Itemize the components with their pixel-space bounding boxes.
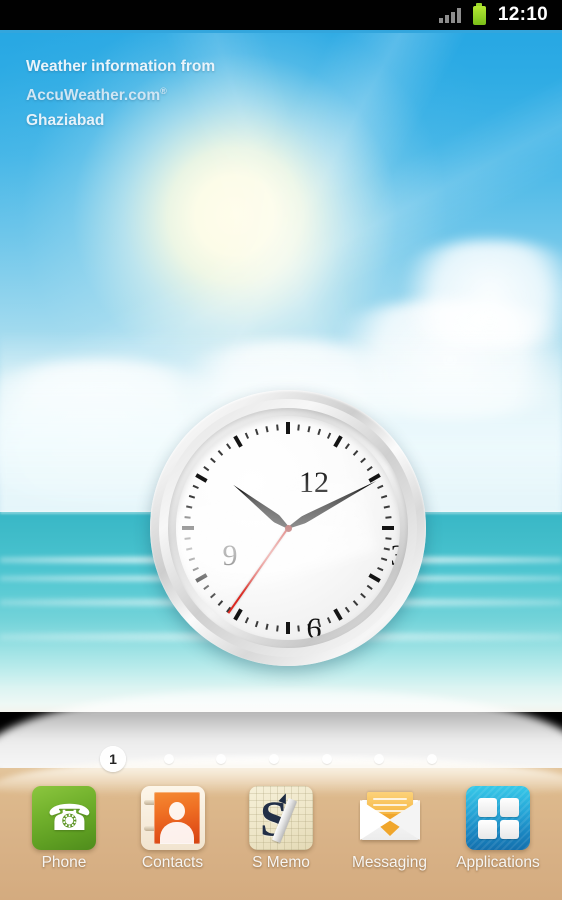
dock-item-messaging[interactable]: Messaging [340,786,440,872]
clock-numeral-12: 12 [299,466,329,499]
weather-provider-name: AccuWeather.com [26,87,161,105]
status-bar-accent-line [0,30,562,33]
registered-mark-icon: ® [160,86,167,96]
contacts-book-icon[interactable] [140,786,205,850]
app-grid-square [478,798,497,817]
person-head [168,802,185,820]
clock-center-hub [284,524,292,532]
handset-glyph: ☎ [47,797,92,838]
page-indicator-dot[interactable] [269,754,279,764]
dock-label-messaging: Messaging [352,854,427,871]
envelope-flap-right [388,800,420,840]
dock-item-smemo[interactable]: S S Memo [231,786,331,872]
clock-face: 12 3 6 9 [176,416,400,640]
app-grid-icon[interactable] [466,786,530,850]
app-grid-square [500,798,519,817]
dock-item-applications[interactable]: Applications [448,786,548,872]
person-body [159,822,194,844]
weather-widget[interactable]: Weather information from AccuWeather.com… [26,54,215,133]
s-memo-pen-icon[interactable]: S [249,786,313,850]
battery-full-icon [472,2,486,25]
page-indicator-dot[interactable] [164,754,174,764]
page-indicator-dot[interactable] [216,754,226,764]
clock-numeral-6: 6 [306,612,322,640]
clock-hour-hand [230,481,291,531]
page-indicator-dot[interactable] [322,754,332,764]
envelope-icon[interactable] [358,786,422,850]
signal-bars-icon [438,7,461,23]
dock-item-phone[interactable]: ☎ Phone [14,786,114,872]
status-bar[interactable]: 12:10 [0,0,562,33]
dock-label-applications: Applications [456,854,540,871]
clock-numeral-3: 3 [390,539,401,572]
dock-bar: ☎ Phone Contacts S S Memo Messaging Appl… [0,786,562,900]
contacts-panel [153,792,200,844]
clock-tick-marks [176,416,400,640]
status-bar-right-group: 12:10 [438,2,562,26]
page-indicator-dot[interactable] [427,754,437,764]
page-indicator-current[interactable]: 1 [100,746,126,772]
app-grid-square [478,820,497,839]
status-bar-clock: 12:10 [497,4,548,25]
app-grid-square [500,820,519,839]
weather-city: Ghaziabad [26,112,105,130]
page-indicator[interactable]: 1 [0,746,562,772]
analog-clock-widget[interactable]: 12 3 6 9 [150,390,426,666]
weather-provider-line: AccuWeather.com® [26,79,215,108]
weather-source-line: Weather information from [26,58,216,75]
dock-label-smemo: S Memo [252,854,310,871]
envelope-flap-left [359,800,391,840]
clock-numeral-9: 9 [222,539,238,572]
dock-item-contacts[interactable]: Contacts [123,786,223,872]
page-indicator-dot[interactable] [374,754,384,764]
dock-label-contacts: Contacts [141,854,204,871]
phone-handset-icon[interactable]: ☎ [32,786,96,850]
dock-label-phone: Phone [41,854,87,871]
